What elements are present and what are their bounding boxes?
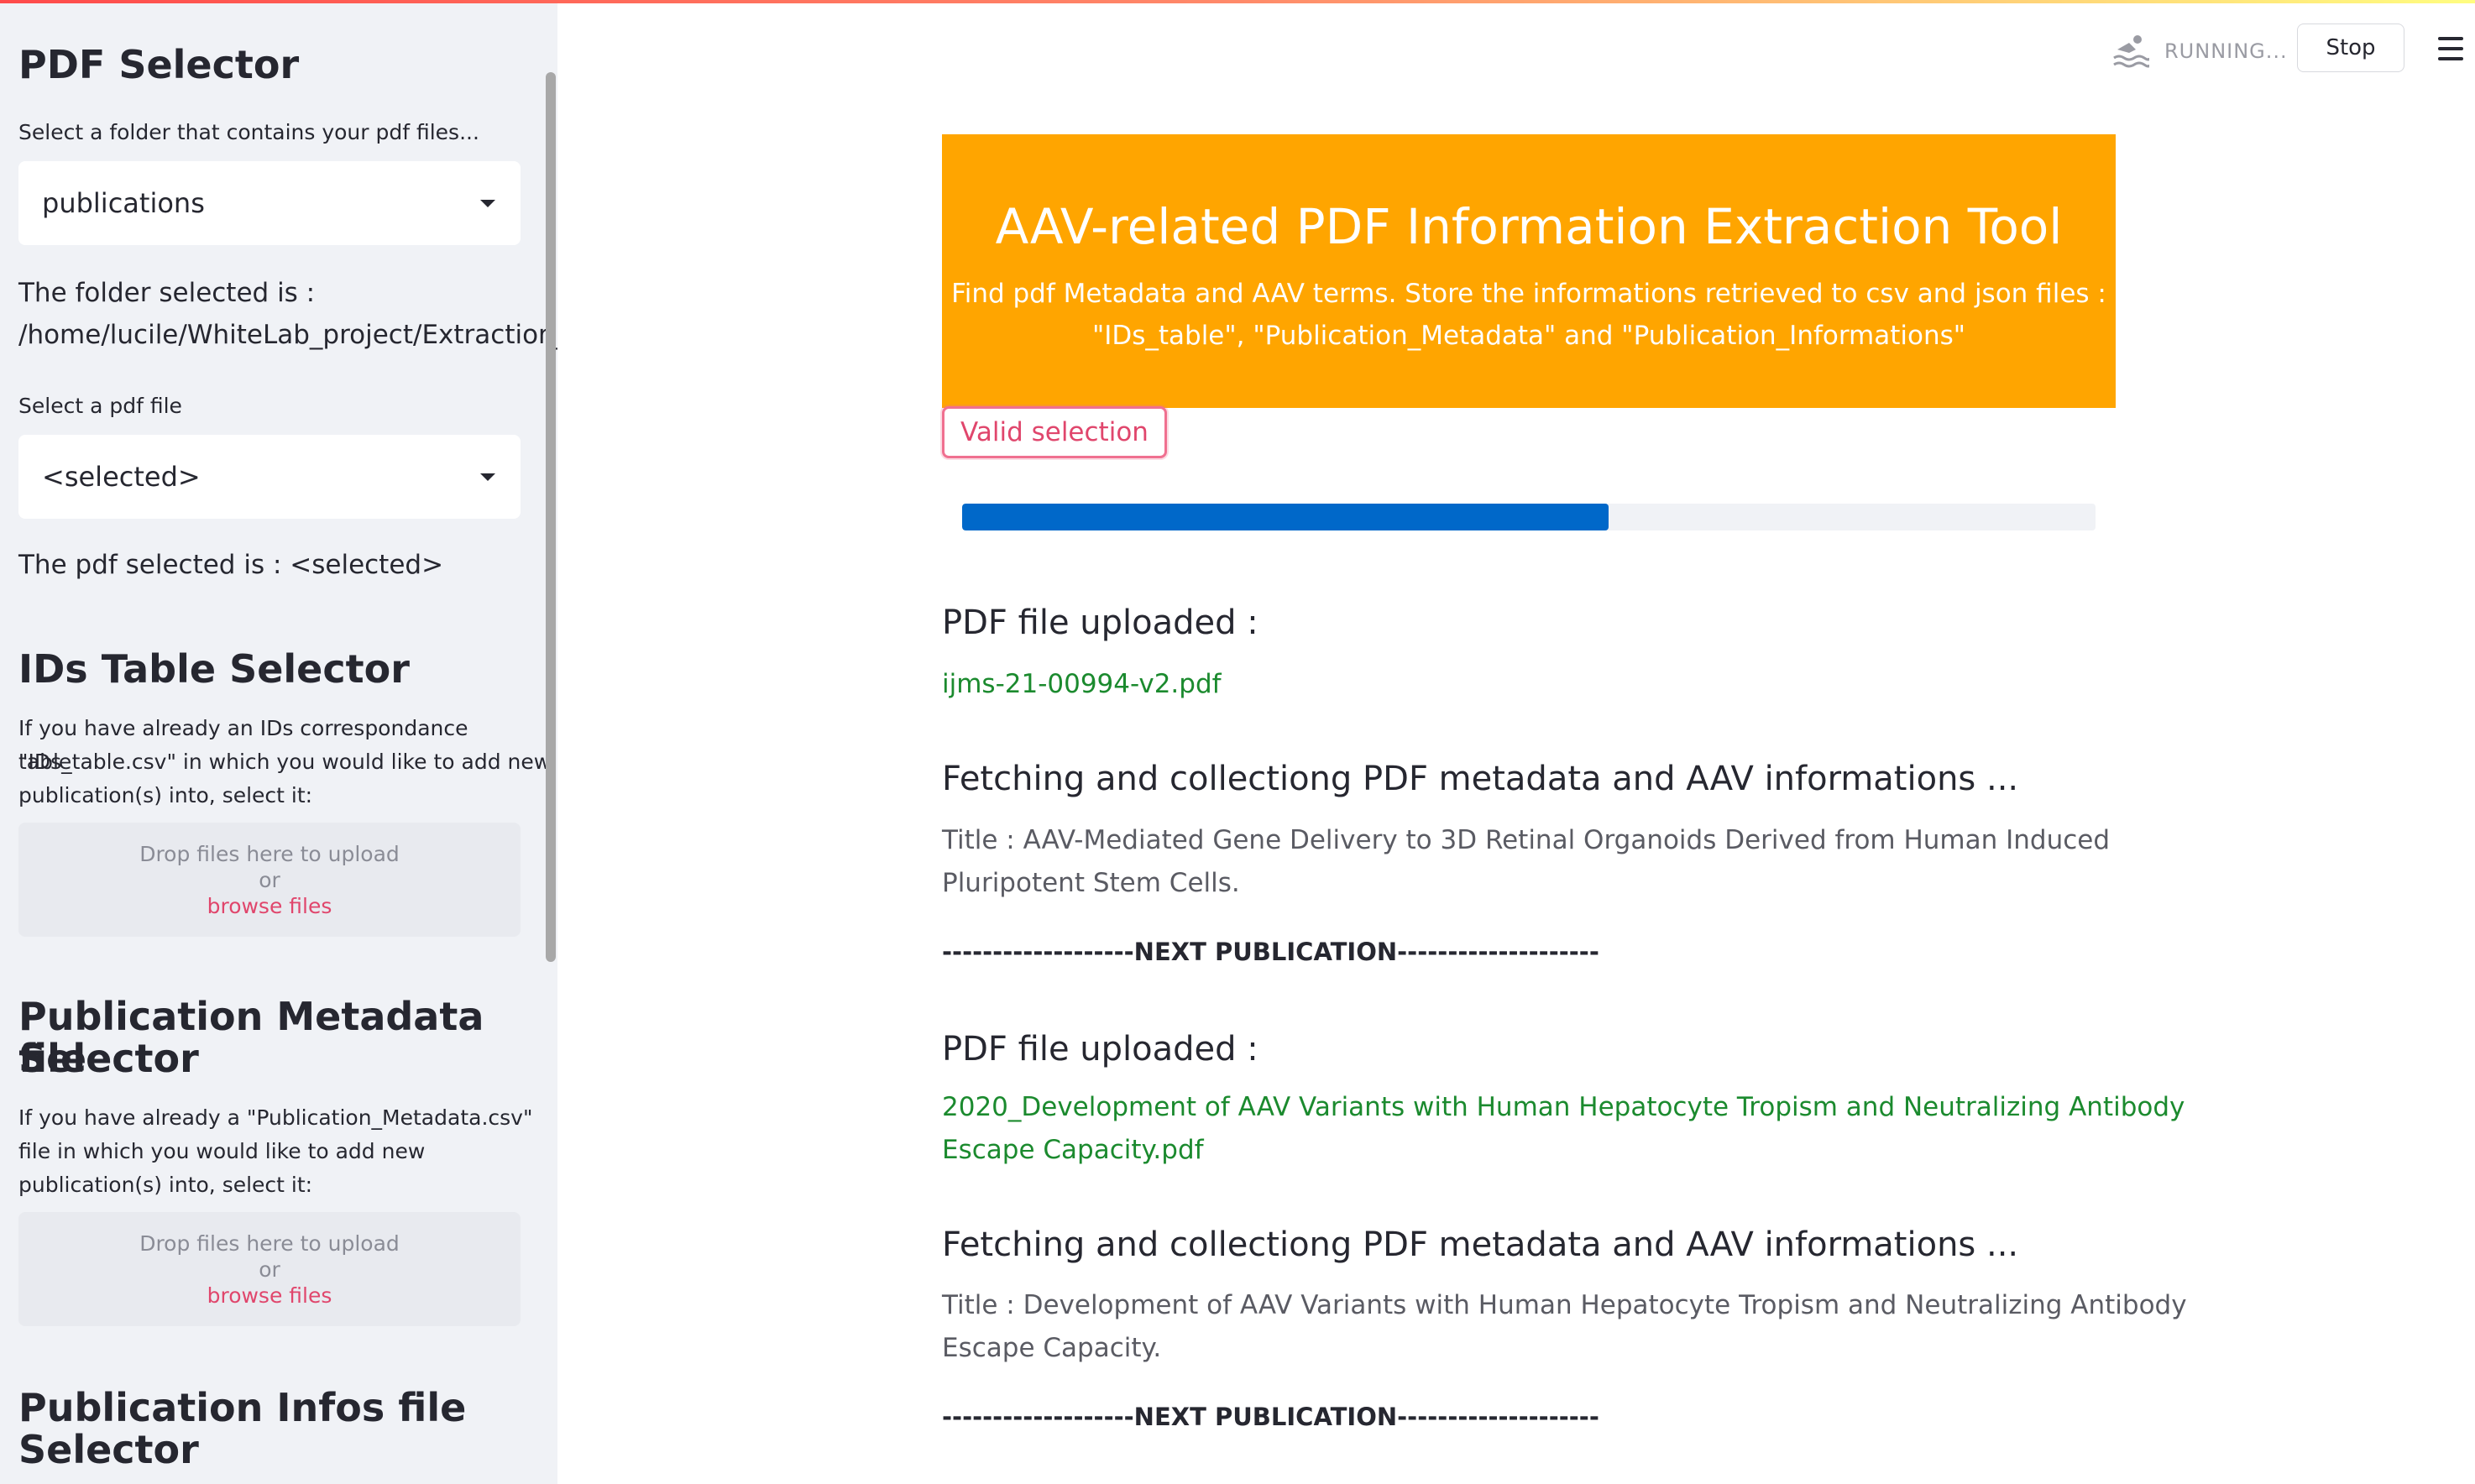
pdf-selected-text: The pdf selected is : <selected> bbox=[18, 550, 444, 580]
pdf-selector-title: PDF Selector bbox=[18, 42, 300, 87]
menu-bar bbox=[2438, 37, 2463, 40]
browse-files-link[interactable]: browse files bbox=[207, 893, 332, 919]
title-banner: AAV-related PDF Information Extraction T… bbox=[942, 134, 2116, 408]
next-publication-separator: -------------------NEXT PUBLICATION-----… bbox=[942, 938, 1599, 966]
publication-title-2: Escape Capacity. bbox=[942, 1333, 1162, 1363]
pdf-file-name-2: Escape Capacity.pdf bbox=[942, 1135, 1204, 1165]
fetching-label: Fetching and collectiong PDF metadata an… bbox=[942, 760, 2019, 798]
stop-button[interactable]: Stop bbox=[2297, 24, 2404, 72]
next-publication-separator: -------------------NEXT PUBLICATION-----… bbox=[942, 1403, 1599, 1431]
dropzone-or: or bbox=[259, 867, 280, 892]
publication-title-1: Title : Development of AAV Variants with… bbox=[942, 1290, 2187, 1320]
menu-bar bbox=[2438, 57, 2463, 60]
infos-title-2: Selector bbox=[18, 1427, 199, 1472]
menu-bar bbox=[2438, 47, 2463, 50]
infos-title-1: Publication Infos file bbox=[18, 1385, 467, 1430]
folder-select[interactable]: publications bbox=[18, 161, 521, 245]
valid-selection-button[interactable]: Valid selection bbox=[942, 406, 1167, 458]
pdf-select-value: <selected> bbox=[42, 461, 201, 493]
running-status-text: RUNNING... bbox=[2164, 39, 2288, 63]
dropzone-text: Drop files here to upload bbox=[139, 841, 400, 866]
sidebar-scrollbar[interactable] bbox=[546, 72, 556, 962]
ids-table-description-3: publication(s) into, select it: bbox=[18, 783, 313, 807]
swimmer-icon bbox=[2113, 35, 2149, 68]
progress-bar bbox=[962, 504, 2096, 530]
hamburger-menu-icon[interactable] bbox=[2438, 37, 2463, 60]
running-status: RUNNING... bbox=[2112, 30, 2288, 72]
pdf-select[interactable]: <selected> bbox=[18, 435, 521, 519]
ids-table-description-2: "IDs_table.csv" in which you would like … bbox=[18, 750, 552, 774]
folder-select-label: Select a folder that contains your pdf f… bbox=[18, 120, 479, 144]
publication-title-1: Title : AAV-Mediated Gene Delivery to 3D… bbox=[942, 825, 2111, 855]
folder-select-value: publications bbox=[42, 187, 205, 219]
dropzone-or: or bbox=[259, 1257, 280, 1282]
progress-fill bbox=[962, 504, 1609, 530]
folder-selected-path: /home/lucile/WhiteLab_project/Extraction… bbox=[18, 320, 557, 350]
sidebar: PDF Selector Select a folder that contai… bbox=[0, 0, 557, 1484]
pdf-uploaded-label: PDF file uploaded : bbox=[942, 1030, 1258, 1069]
chevron-down-icon bbox=[480, 199, 495, 207]
metadata-description-2: file in which you would like to add new bbox=[18, 1139, 426, 1163]
chevron-down-icon bbox=[480, 473, 495, 481]
ids-table-title: IDs Table Selector bbox=[18, 646, 410, 692]
ids-table-dropzone[interactable]: Drop files here to upload or browse file… bbox=[18, 823, 521, 937]
metadata-dropzone[interactable]: Drop files here to upload or browse file… bbox=[18, 1212, 521, 1326]
publication-title-2: Pluripotent Stem Cells. bbox=[942, 868, 1240, 898]
metadata-description-1: If you have already a "Publication_Metad… bbox=[18, 1105, 533, 1130]
metadata-description-3: publication(s) into, select it: bbox=[18, 1173, 313, 1197]
app-title: AAV-related PDF Information Extraction T… bbox=[995, 198, 2063, 255]
browse-files-link[interactable]: browse files bbox=[207, 1283, 332, 1309]
top-decoration-bar bbox=[0, 0, 2475, 3]
pdf-file-name-1: 2020_Development of AAV Variants with Hu… bbox=[942, 1092, 2185, 1122]
folder-selected-label: The folder selected is : bbox=[18, 278, 316, 308]
fetching-label: Fetching and collectiong PDF metadata an… bbox=[942, 1225, 2019, 1264]
pdf-select-label: Select a pdf file bbox=[18, 394, 182, 418]
app-subtitle-2: "IDs_table", "Publication_Metadata" and … bbox=[1091, 321, 1966, 351]
pdf-uploaded-label: PDF file uploaded : bbox=[942, 604, 1258, 642]
metadata-title-2: Selector bbox=[18, 1036, 199, 1081]
pdf-file-name: ijms-21-00994-v2.pdf bbox=[942, 669, 1222, 699]
app-subtitle-1: Find pdf Metadata and AAV terms. Store t… bbox=[951, 279, 2106, 309]
dropzone-text: Drop files here to upload bbox=[139, 1231, 400, 1256]
